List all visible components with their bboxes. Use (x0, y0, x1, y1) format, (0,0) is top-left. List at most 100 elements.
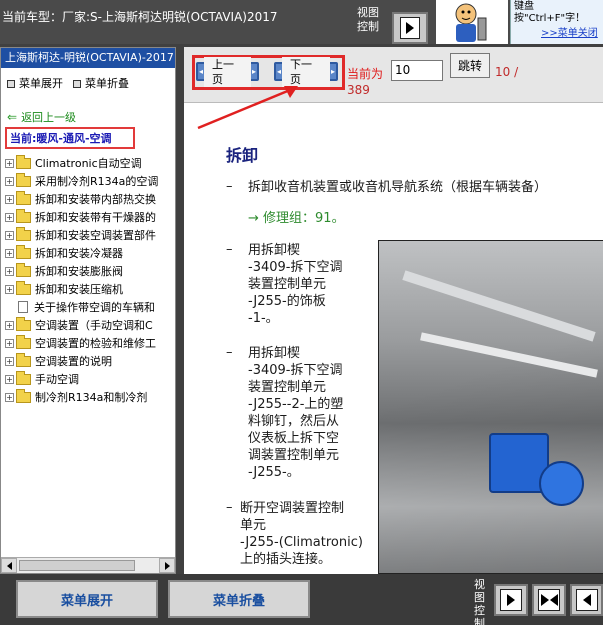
expand-node-icon[interactable]: + (5, 338, 14, 348)
arrow-right-icon (540, 594, 549, 606)
view-toggle-button[interactable] (392, 12, 428, 44)
folder-icon (16, 280, 31, 295)
expand-node-icon[interactable]: + (5, 284, 14, 294)
expand-node-icon[interactable]: + (5, 194, 14, 204)
step-line: 用拆卸楔 (248, 243, 301, 258)
folder-icon (16, 226, 31, 241)
folder-icon (16, 388, 31, 403)
tree-item-label: 空调装置的检验和维修工 (35, 337, 156, 350)
folder-icon (16, 154, 31, 169)
view-split-button[interactable] (532, 584, 566, 616)
tree-item[interactable]: + 拆卸和安装空调装置部件 (1, 226, 175, 244)
folder-icon (16, 370, 31, 385)
folder-icon (16, 208, 31, 223)
step-line: -3409-拆下空调 (248, 363, 343, 378)
tree-item[interactable]: + Climatronic自动空调 (1, 154, 175, 172)
expand-node-icon[interactable]: + (5, 230, 14, 240)
collapse-icon (73, 80, 81, 88)
tree-item[interactable]: + 拆卸和安装压缩机 (1, 280, 175, 298)
page-total: 389 (347, 83, 370, 97)
expand-node-icon[interactable]: + (5, 320, 14, 330)
folder-icon (16, 262, 31, 277)
folder-icon (16, 190, 31, 205)
expand-node-icon[interactable]: + (5, 248, 14, 258)
tree-item[interactable]: + 拆卸和安装带内部热交换 (1, 190, 175, 208)
expand-node-icon[interactable]: + (5, 176, 14, 186)
tree-item[interactable]: + 空调装置的说明 (1, 352, 175, 370)
collapse-menu-link[interactable]: 菜单折叠 (73, 75, 129, 91)
section-title: 拆卸 (226, 146, 259, 165)
bullet-dash: – (226, 242, 233, 257)
scroll-left-icon[interactable] (1, 558, 17, 573)
view-control-label: 视图控制 (357, 6, 379, 33)
folder-icon (16, 316, 31, 331)
scroll-thumb[interactable] (19, 560, 135, 571)
current-node: 当前:暖风-通风-空调 (5, 127, 135, 149)
expand-node-icon[interactable]: + (5, 212, 14, 222)
tree-item-label: 拆卸和安装带内部热交换 (35, 193, 156, 206)
menu-close-link[interactable]: >>菜单关闭 (541, 28, 598, 40)
bottom-bar: 菜单展开 菜单折叠 视图控制 (0, 574, 603, 625)
repair-group-link[interactable]: → 修理组：91。 (248, 210, 345, 227)
goto-button[interactable]: 跳转 (450, 53, 490, 78)
expand-node-icon[interactable]: + (5, 158, 14, 168)
tree-item[interactable]: 关于操作带空调的车辆和 (1, 298, 175, 316)
bottom-view-control-label: 视图控制 (474, 578, 485, 625)
back-link[interactable]: ⇐ 返回上一级 (1, 109, 175, 125)
step-2: 用拆卸楔 -3409-拆下空调 装置控制单元 -J255-的饰板 -1-。 (248, 242, 342, 327)
next-page-button[interactable]: ◂ 下一页 ▸ (274, 56, 338, 87)
expand-node-icon[interactable]: + (5, 356, 14, 366)
document-panel: ◂ 上一页 ▸ ◂ 下一页 ▸ 当前为 10 跳转 10 / 389 拆卸 – 拆卸收音… (184, 47, 603, 574)
tree-item-label: 拆卸和安装压缩机 (35, 283, 123, 296)
mascot-image (436, 0, 508, 44)
tree-item-label: 手动空调 (35, 373, 79, 386)
tree-item-label: 制冷剂R134a和制冷剂 (35, 391, 148, 404)
bottom-collapse-button[interactable]: 菜单折叠 (168, 580, 310, 618)
tip-box: 键盘按"Ctrl+F"字！ >>菜单关闭 (510, 0, 603, 44)
tree-item[interactable]: + 拆卸和安装带有干燥器的 (1, 208, 175, 226)
tree-item[interactable]: + 拆卸和安装冷凝器 (1, 244, 175, 262)
play-left-icon (582, 594, 591, 606)
expand-node-icon[interactable]: + (5, 266, 14, 276)
view-back-button[interactable] (570, 584, 603, 616)
document-icon (18, 301, 28, 313)
tree-item-label: 关于操作带空调的车辆和 (34, 301, 155, 314)
current-page-label: 当前为 (347, 67, 384, 81)
tree-item[interactable]: + 制冷剂R134a和制冷剂 (1, 388, 175, 406)
step-line: 装置控制单元 (248, 277, 327, 292)
play-right-icon (507, 594, 515, 606)
tree-item[interactable]: + 手动空调 (1, 370, 175, 388)
tree-item[interactable]: + 空调装置（手动空调和C (1, 316, 175, 334)
tree-item[interactable]: + 空调装置的检验和维修工 (1, 334, 175, 352)
step-line: 用拆卸楔 (248, 346, 301, 361)
prev-page-button[interactable]: ◂ 上一页 ▸ (196, 56, 259, 87)
tree-item-label: 拆卸和安装空调装置部件 (35, 229, 156, 242)
expand-node-icon[interactable]: + (5, 392, 14, 402)
view-single-button[interactable] (494, 584, 528, 616)
scroll-right-icon[interactable] (159, 558, 175, 573)
step-line: 调装置控制单元 (248, 448, 340, 463)
tree-item[interactable]: + 拆卸和安装膨胀阀 (1, 262, 175, 280)
bullet-dash: – (226, 345, 233, 360)
step-line: 装置控制单元 (248, 380, 327, 395)
tree-item-label: 拆卸和安装膨胀阀 (35, 265, 123, 278)
page-number-input[interactable]: 10 (391, 60, 443, 81)
horizontal-scrollbar[interactable] (1, 557, 175, 573)
page-count: 10 / (495, 65, 519, 79)
bottom-expand-button[interactable]: 菜单展开 (16, 580, 158, 618)
panel-title: 上海斯柯达-明锐(OCTAVIA)-2017 (1, 48, 175, 68)
step-3: 用拆卸楔 -3409-拆下空调 装置控制单元 -J255--2-上的塑 料铆钉，然后从仪… (248, 345, 343, 481)
bullet-dash: – (226, 500, 233, 515)
folder-icon (16, 244, 31, 259)
folder-icon (16, 172, 31, 187)
tree-item[interactable]: + 采用制冷剂R134a的空调 (1, 172, 175, 190)
car-model-label: 当前车型：厂家:S-上海斯柯达明锐(OCTAVIA)2017 (2, 10, 278, 24)
step-1: 拆卸收音机装置或收音机导航系统（根据车辆装备） (248, 180, 548, 195)
tree-item-label: 空调装置（手动空调和C (35, 319, 153, 332)
step-line: -3409-拆下空调 (248, 260, 343, 275)
step-line: -1-。 (248, 311, 279, 326)
tree-list: + Climatronic自动空调 + 采用制冷剂R134a的空调 + 拆卸和安装带内部热… (1, 154, 175, 406)
expand-node-icon[interactable]: + (5, 374, 14, 384)
expand-menu-link[interactable]: 菜单展开 (7, 75, 63, 91)
arrow-left-icon (549, 594, 558, 606)
